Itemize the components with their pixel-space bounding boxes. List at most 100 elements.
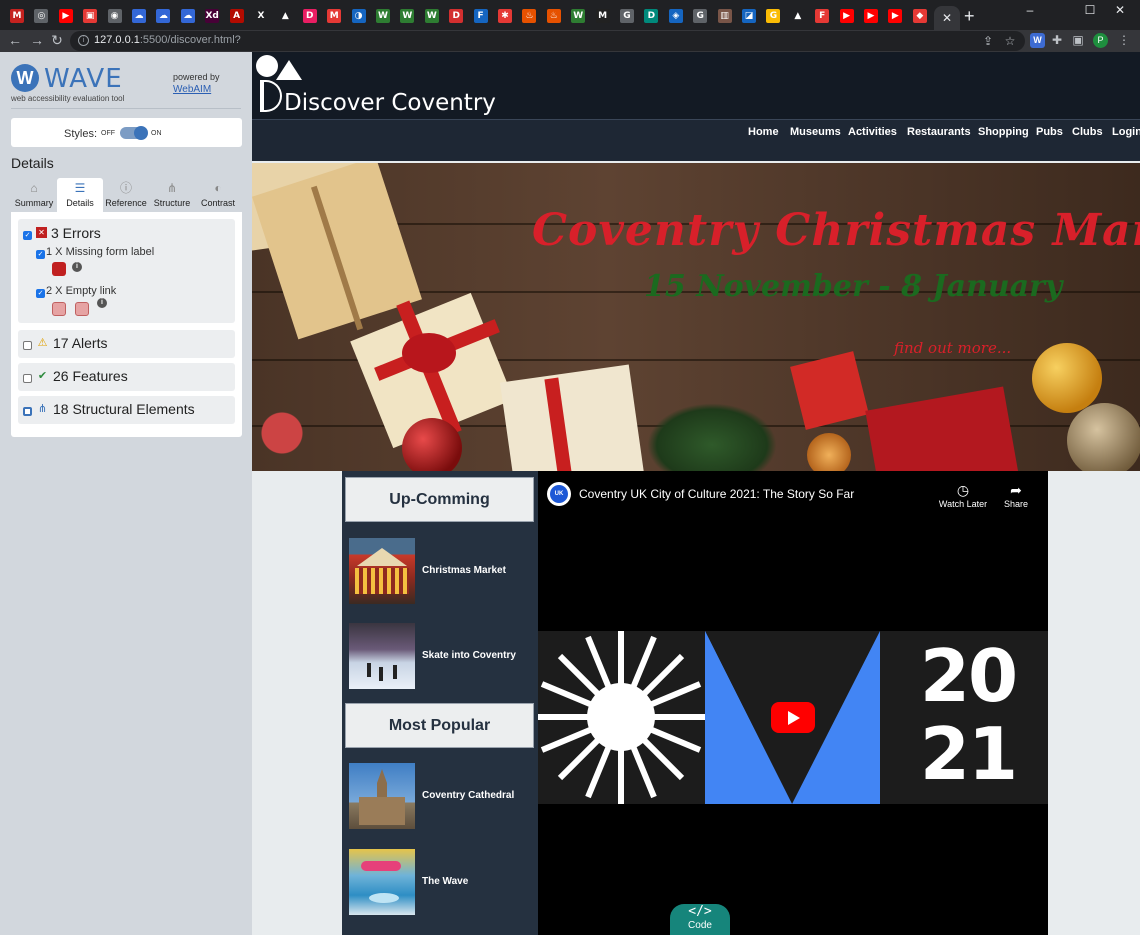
info-icon[interactable]: i: [72, 262, 82, 272]
browser-tab[interactable]: X: [250, 6, 272, 26]
browser-tab[interactable]: ▶: [860, 6, 882, 26]
error-item[interactable]: 1 X Missing form label: [46, 246, 154, 258]
styles-toggle[interactable]: [120, 126, 148, 140]
error-item[interactable]: 2 X Empty link: [46, 285, 116, 297]
nav-activities[interactable]: Activities: [848, 126, 897, 138]
browser-tab[interactable]: Xd: [201, 6, 223, 26]
tab-reference[interactable]: ⓘ Reference: [103, 178, 149, 212]
empty-link-icon[interactable]: [52, 302, 66, 316]
profile-avatar[interactable]: P: [1093, 33, 1108, 48]
webaim-link[interactable]: WebAIM: [173, 84, 211, 95]
browser-tab[interactable]: W: [396, 6, 418, 26]
browser-tab[interactable]: M: [592, 6, 614, 26]
browser-tab[interactable]: ◑: [348, 6, 370, 26]
browser-tab[interactable]: ◆: [909, 6, 931, 26]
empty-link-icon[interactable]: [75, 302, 89, 316]
missing-label-checkbox[interactable]: ✓: [36, 250, 45, 259]
browser-tab[interactable]: D: [445, 6, 467, 26]
browser-tab[interactable]: ☁: [128, 6, 150, 26]
sidebar-item-skate[interactable]: Skate into Coventry: [349, 623, 535, 689]
nav-login[interactable]: Login: [1112, 126, 1140, 138]
features-checkbox[interactable]: [23, 374, 32, 383]
errors-checkbox[interactable]: ✓: [23, 231, 32, 240]
nav-home[interactable]: Home: [748, 126, 779, 138]
forward-button[interactable]: →: [28, 32, 46, 48]
minimize-button[interactable]: –: [1010, 3, 1050, 17]
active-tab[interactable]: ✕: [934, 6, 960, 30]
watch-later-button[interactable]: ◷ Watch Later: [933, 481, 993, 509]
site-info-icon[interactable]: i: [78, 35, 89, 46]
url-text[interactable]: 127.0.0.1:5500/discover.html?: [94, 34, 241, 46]
share-icon[interactable]: ⇪: [980, 34, 996, 48]
browser-tab[interactable]: ▶: [884, 6, 906, 26]
sidebar-item-the-wave[interactable]: The Wave: [349, 849, 535, 915]
structural-row[interactable]: ⋔ 18 Structural Elements: [18, 396, 235, 424]
sidebar-item-cathedral[interactable]: Coventry Cathedral: [349, 763, 535, 829]
empty-link-checkbox[interactable]: ✓: [36, 289, 45, 298]
nav-shopping[interactable]: Shopping: [978, 126, 1029, 138]
browser-tab[interactable]: ▲: [787, 6, 809, 26]
reload-button[interactable]: ↻: [48, 32, 66, 49]
tab-contrast[interactable]: ◐ Contrast: [195, 178, 241, 212]
browser-tab[interactable]: ◈: [665, 6, 687, 26]
structural-checkbox[interactable]: [23, 407, 32, 416]
browser-tab[interactable]: W: [421, 6, 443, 26]
browser-tab[interactable]: ◎: [30, 6, 52, 26]
browser-tab[interactable]: ♨: [518, 6, 540, 26]
browser-tab[interactable]: ✱: [494, 6, 516, 26]
browser-tab[interactable]: M: [6, 6, 28, 26]
channel-avatar[interactable]: UK: [547, 482, 571, 506]
alerts-checkbox[interactable]: [23, 341, 32, 350]
browser-tab[interactable]: ▲: [274, 6, 296, 26]
youtube-embed[interactable]: UK Coventry UK City of Culture 2021: The…: [538, 471, 1048, 935]
browser-tab[interactable]: A: [226, 6, 248, 26]
close-window-button[interactable]: ✕: [1100, 3, 1140, 17]
browser-tab[interactable]: D: [299, 6, 321, 26]
browser-tab[interactable]: ☁: [152, 6, 174, 26]
browser-tab[interactable]: W: [567, 6, 589, 26]
browser-tab[interactable]: ◪: [738, 6, 760, 26]
address-bar[interactable]: i 127.0.0.1:5500/discover.html? ⇪ ☆: [70, 31, 1025, 51]
features-row[interactable]: ✔ 26 Features: [18, 363, 235, 391]
browser-tab[interactable]: ▶: [836, 6, 858, 26]
missing-form-label-icon[interactable]: [52, 262, 66, 276]
new-tab-button[interactable]: +: [964, 7, 975, 25]
video-title[interactable]: Coventry UK City of Culture 2021: The St…: [579, 487, 854, 501]
back-button[interactable]: ←: [6, 32, 24, 48]
menu-kebab-icon[interactable]: ⋮: [1116, 33, 1132, 47]
browser-tab[interactable]: F: [811, 6, 833, 26]
side-panel-icon[interactable]: ▣: [1070, 33, 1086, 47]
nav-restaurants[interactable]: Restaurants: [907, 126, 971, 138]
play-button[interactable]: [771, 702, 815, 733]
browser-tab[interactable]: G: [616, 6, 638, 26]
share-button[interactable]: ➦ Share: [986, 481, 1046, 509]
nav-clubs[interactable]: Clubs: [1072, 126, 1103, 138]
browser-tab[interactable]: ▶: [55, 6, 77, 26]
close-tab-icon[interactable]: ✕: [942, 11, 952, 25]
code-button[interactable]: </> Code: [670, 904, 730, 935]
browser-tab[interactable]: F: [470, 6, 492, 26]
browser-tab[interactable]: W: [372, 6, 394, 26]
browser-tab[interactable]: D: [640, 6, 662, 26]
info-icon[interactable]: i: [97, 298, 107, 308]
wave-extension-icon[interactable]: W: [1030, 33, 1045, 48]
browser-tab[interactable]: ☁: [177, 6, 199, 26]
nav-pubs[interactable]: Pubs: [1036, 126, 1063, 138]
browser-tab[interactable]: M: [323, 6, 345, 26]
tab-structure[interactable]: ⋔ Structure: [149, 178, 195, 212]
nav-museums[interactable]: Museums: [790, 126, 841, 138]
browser-tab[interactable]: ♨: [543, 6, 565, 26]
tab-summary[interactable]: ⌂ Summary: [11, 178, 57, 212]
bookmark-star-icon[interactable]: ☆: [1002, 34, 1018, 48]
find-out-more-link[interactable]: find out more...: [894, 339, 1011, 357]
alerts-row[interactable]: ⚠ 17 Alerts: [18, 330, 235, 358]
browser-tab[interactable]: ◉: [104, 6, 126, 26]
browser-tab[interactable]: G: [762, 6, 784, 26]
browser-tab[interactable]: ▣: [79, 6, 101, 26]
sidebar-item-christmas-market[interactable]: Christmas Market: [349, 538, 535, 604]
browser-tab[interactable]: ▥: [714, 6, 736, 26]
extensions-puzzle-icon[interactable]: ✚: [1049, 33, 1065, 47]
browser-tab[interactable]: G: [689, 6, 711, 26]
site-title[interactable]: Discover Coventry: [284, 90, 496, 116]
hero-banner[interactable]: Coventry Christmas Market 15 November - …: [252, 163, 1140, 471]
